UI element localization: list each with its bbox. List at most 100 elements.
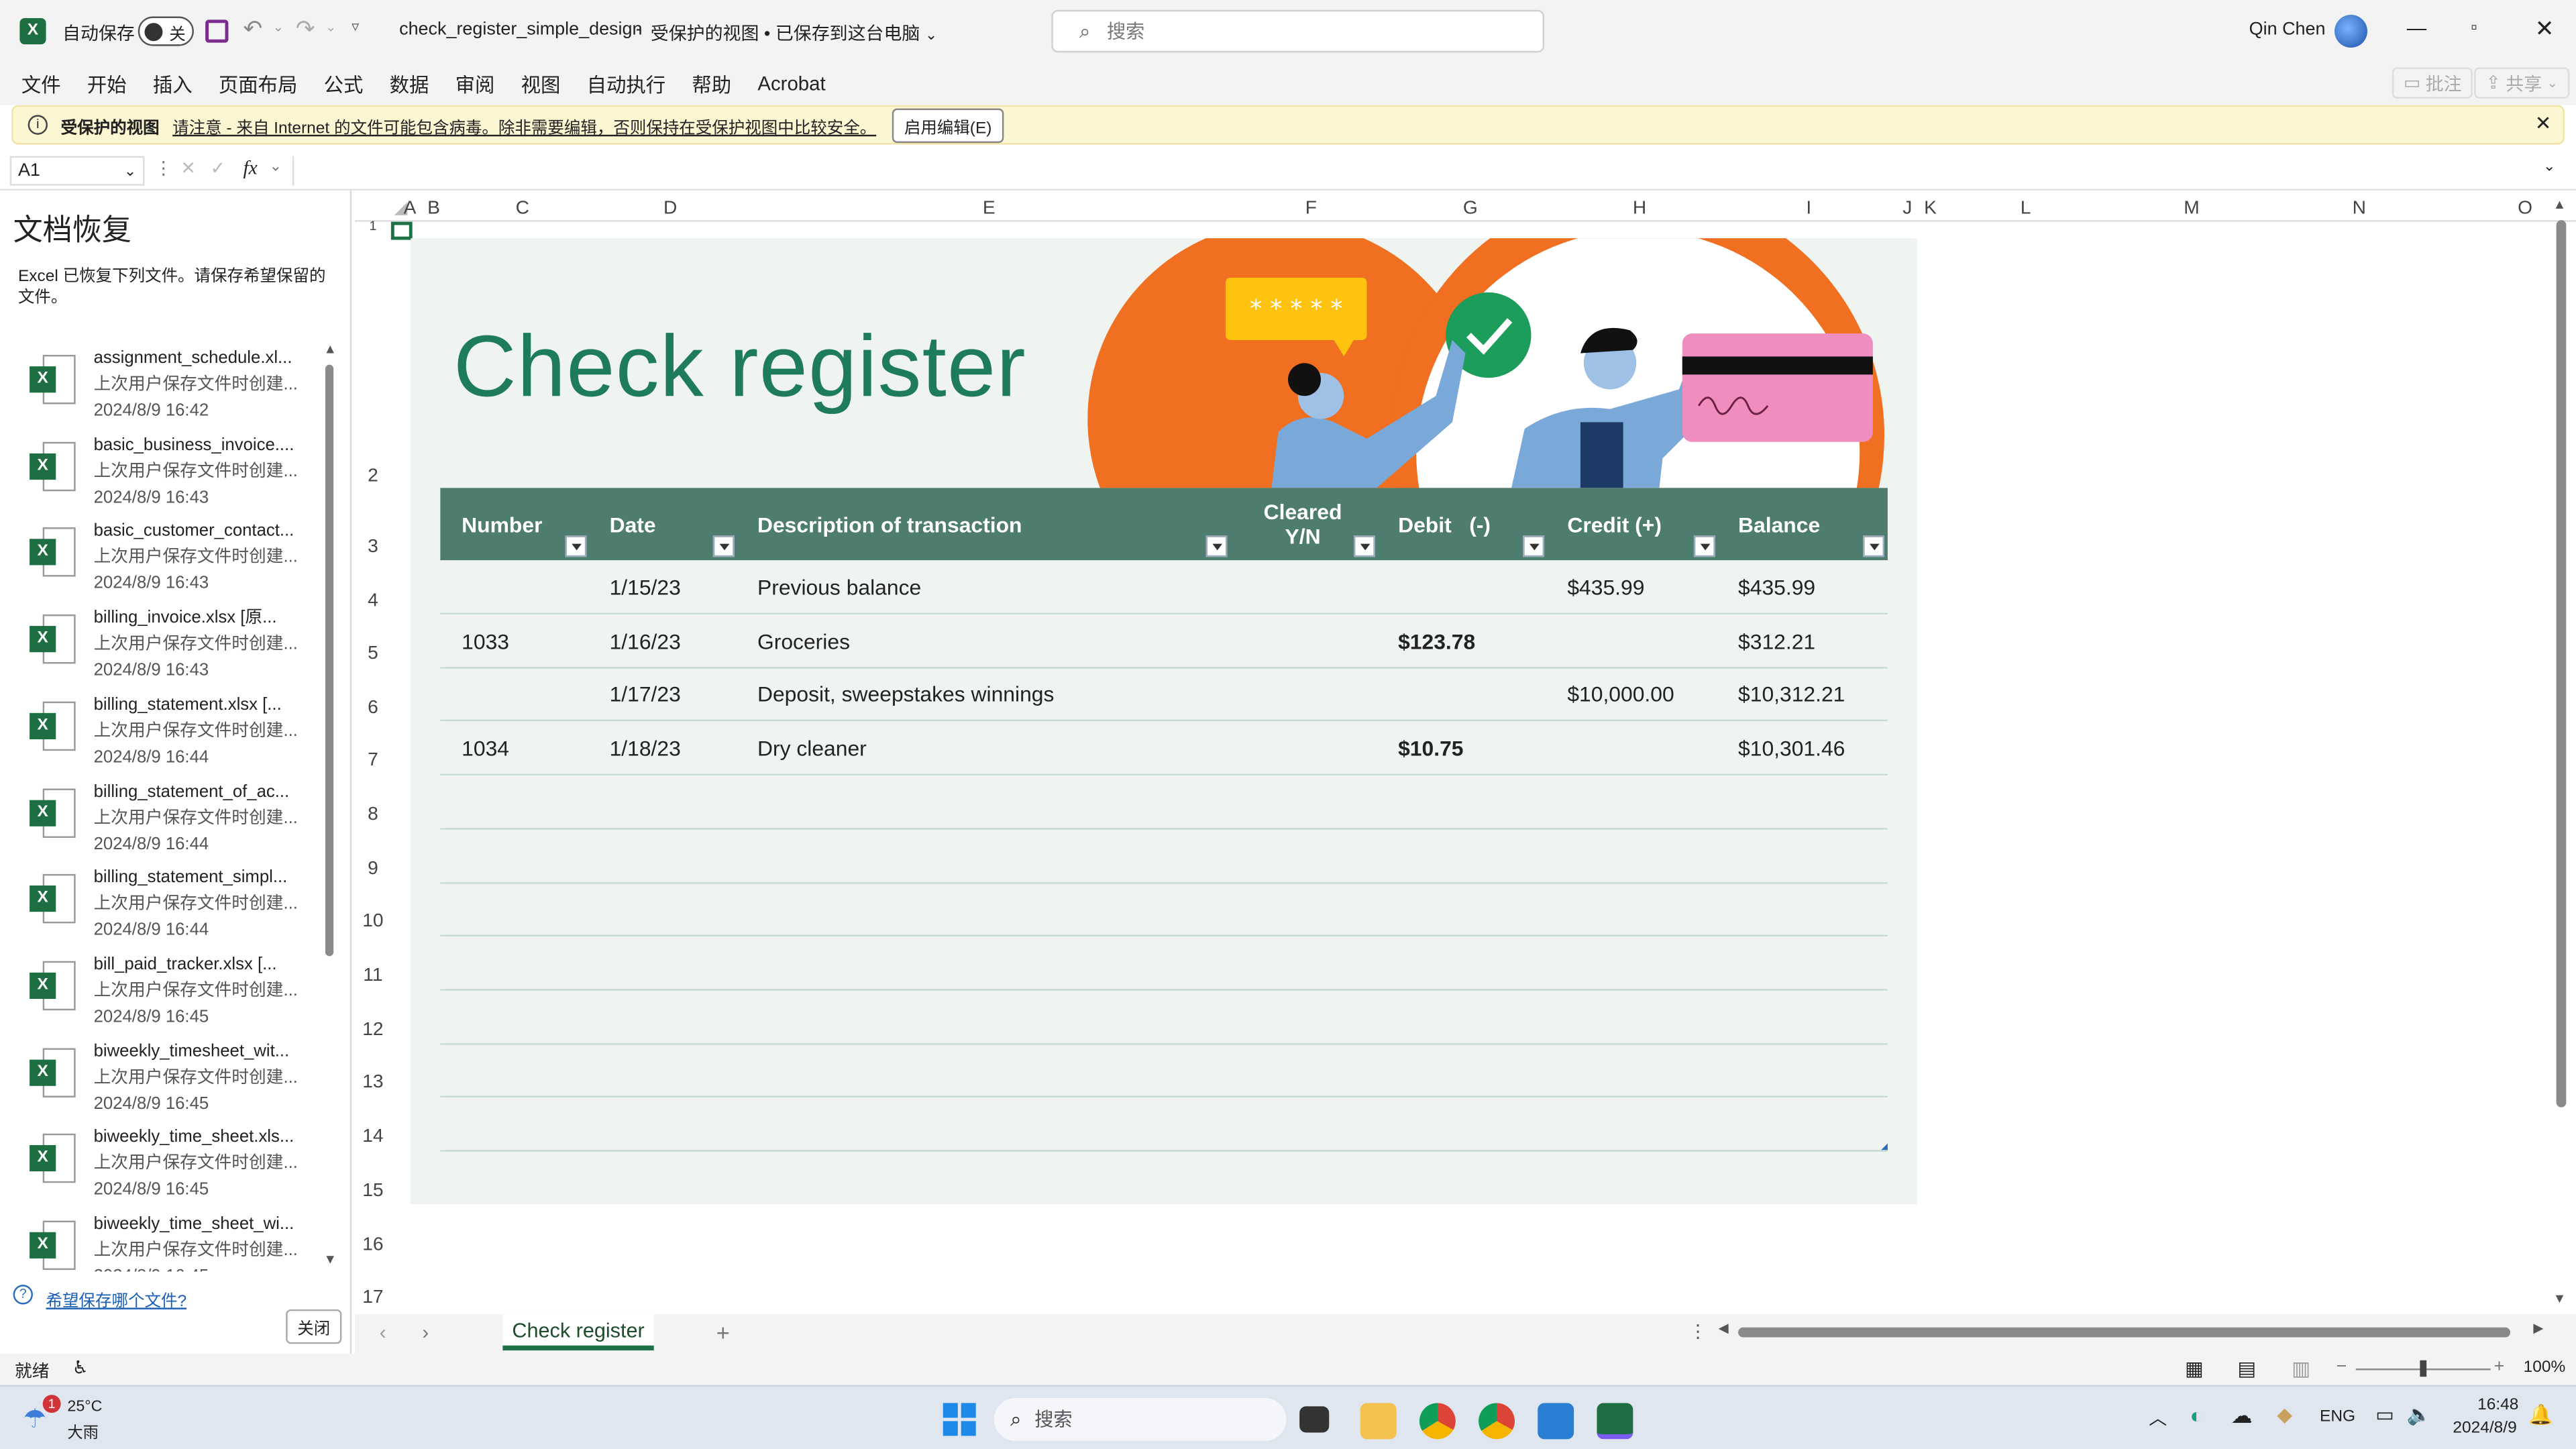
row-header-13[interactable]: 13 xyxy=(355,1073,391,1092)
scroll-down-icon[interactable]: ▼ xyxy=(2553,1291,2566,1306)
column-header-h[interactable]: H xyxy=(1627,199,1653,221)
save-icon[interactable] xyxy=(205,19,229,43)
expand-formula-icon[interactable]: ⌄ xyxy=(2543,158,2555,176)
chrome-icon[interactable] xyxy=(1419,1403,1456,1440)
cell-balance[interactable]: $435.99 xyxy=(1738,560,1815,614)
recovery-item[interactable]: Xbiweekly_timesheet_wit... 上次用户保存文件时创建...… xyxy=(23,1038,302,1123)
column-header-k[interactable]: K xyxy=(1919,199,1941,221)
customize-qat-icon[interactable]: ▿ xyxy=(352,18,359,36)
comments-button[interactable]: ▭ 批注 xyxy=(2392,67,2473,99)
display-icon[interactable]: ▭ xyxy=(2375,1403,2394,1426)
cell-number[interactable]: 1033 xyxy=(462,614,509,668)
tab-formulas[interactable]: 公式 xyxy=(324,70,364,98)
active-cell[interactable] xyxy=(390,221,413,240)
scroll-up-icon[interactable]: ▲ xyxy=(323,341,336,356)
edge-icon[interactable]: ◐ xyxy=(2190,1403,2203,1428)
recovery-item[interactable]: Xbasic_customer_contact... 上次用户保存文件时创建...… xyxy=(23,518,302,603)
chevron-down-icon[interactable]: ⌄ xyxy=(270,158,282,176)
cell-description[interactable]: Deposit, sweepstakes winnings xyxy=(757,667,1054,722)
recovery-item[interactable]: Xbiweekly_time_sheet.xls... 上次用户保存文件时创建..… xyxy=(23,1124,302,1210)
cell-balance[interactable]: $10,312.21 xyxy=(1738,667,1845,722)
zoom-slider[interactable] xyxy=(2355,1360,2491,1377)
recovery-item[interactable]: Xbill_paid_tracker.xlsx [... 上次用户保存文件时创建.… xyxy=(23,951,302,1036)
add-sheet-icon[interactable]: + xyxy=(716,1320,730,1346)
cell-date[interactable]: 1/18/23 xyxy=(610,721,681,775)
column-header-b[interactable]: B xyxy=(421,199,447,221)
chrome-profile-icon[interactable] xyxy=(1479,1403,1515,1440)
recovery-item[interactable]: Xbasic_business_invoice.... 上次用户保存文件时创建..… xyxy=(23,431,302,517)
excel-taskbar-icon[interactable] xyxy=(1597,1403,1633,1440)
row-header-17[interactable]: 17 xyxy=(355,1288,391,1307)
scroll-up-icon[interactable]: ▲ xyxy=(2553,197,2566,212)
enable-editing-button[interactable]: 启用编辑(E) xyxy=(892,107,1004,142)
autosave-toggle[interactable]: 关 xyxy=(138,16,194,46)
row-header-10[interactable]: 10 xyxy=(355,912,391,931)
undo-dropdown-icon[interactable]: ⌄ xyxy=(273,19,284,34)
redo-dropdown-icon[interactable]: ⌄ xyxy=(325,19,336,34)
table-resize-handle[interactable] xyxy=(1881,1143,1888,1150)
avatar[interactable] xyxy=(2334,15,2368,48)
next-sheet-icon[interactable]: › xyxy=(422,1321,429,1344)
column-header-l[interactable]: L xyxy=(2012,199,2039,221)
column-header-n[interactable]: N xyxy=(2346,199,2372,221)
filter-debit-dropdown[interactable] xyxy=(1523,535,1545,557)
more-icon[interactable]: ⋮ xyxy=(154,158,172,179)
table-row[interactable] xyxy=(440,936,1888,991)
worksheet-grid[interactable]: ABCDEFGHIJKLMNO 1 2 3 4 5 6 7 8 9 10 11 12 13 14 15 16 1… xyxy=(354,191,2576,1315)
zoom-level[interactable]: 100% xyxy=(2524,1358,2566,1377)
tab-file[interactable]: 文件 xyxy=(21,70,61,98)
vscode-icon[interactable] xyxy=(1538,1403,1574,1440)
scroll-left-icon[interactable]: ◀ xyxy=(1719,1321,1729,1336)
table-row[interactable]: 1/17/23 Deposit, sweepstakes winnings $10,… xyxy=(440,667,1888,722)
page-break-view-icon[interactable]: ▥ xyxy=(2292,1357,2310,1380)
row-header-4[interactable]: 4 xyxy=(355,592,391,611)
close-pane-button[interactable]: 关闭 xyxy=(286,1309,342,1344)
sheet-tab-check-register[interactable]: Check register xyxy=(502,1314,654,1351)
cell-number[interactable]: 1034 xyxy=(462,721,509,775)
row-header-16[interactable]: 16 xyxy=(355,1236,391,1255)
cell-debit[interactable]: $123.78 xyxy=(1398,614,1475,668)
taskbar-search[interactable]: ⌕ 搜索 xyxy=(994,1398,1287,1441)
volume-icon[interactable]: 🔈 xyxy=(2407,1403,2432,1426)
table-row[interactable] xyxy=(440,775,1888,830)
close-window-icon[interactable]: ✕ xyxy=(2535,15,2555,43)
filter-number-dropdown[interactable] xyxy=(565,535,587,557)
cell-date[interactable]: 1/15/23 xyxy=(610,560,681,614)
tab-data[interactable]: 数据 xyxy=(390,70,429,98)
cell-description[interactable]: Groceries xyxy=(757,614,850,668)
column-header-j[interactable]: J xyxy=(1896,199,1919,221)
cell-balance[interactable]: $312.21 xyxy=(1738,614,1815,668)
cell-date[interactable]: 1/16/23 xyxy=(610,614,681,668)
cell-credit[interactable]: $435.99 xyxy=(1567,560,1644,614)
pane-scrollbar[interactable]: ▲ ▼ xyxy=(322,341,338,1271)
accessibility-icon[interactable]: ♿ xyxy=(72,1357,89,1378)
column-header-c[interactable]: C xyxy=(509,199,535,221)
tab-automate[interactable]: 自动执行 xyxy=(587,70,666,98)
prev-sheet-icon[interactable]: ‹ xyxy=(380,1321,386,1344)
onedrive-icon[interactable]: ☁ xyxy=(2231,1403,2253,1429)
row-header-7[interactable]: 7 xyxy=(355,751,391,770)
recovery-item[interactable]: Xbilling_invoice.xlsx [原... 上次用户保存文件时创建..… xyxy=(23,604,302,690)
column-header-g[interactable]: G xyxy=(1457,199,1483,221)
table-row[interactable] xyxy=(440,883,1888,937)
help-link[interactable]: 希望保存哪个文件? xyxy=(46,1287,187,1311)
tab-page-layout[interactable]: 页面布局 xyxy=(219,70,298,98)
row-header-2[interactable]: 2 xyxy=(355,467,391,486)
tab-view[interactable]: 视图 xyxy=(521,70,561,98)
clock-date[interactable]: 2024/8/9 xyxy=(2453,1419,2516,1438)
share-button[interactable]: ⇪ 共享 ⌄ xyxy=(2474,67,2570,99)
cell-balance[interactable]: $10,301.46 xyxy=(1738,721,1845,775)
filter-date-dropdown[interactable] xyxy=(712,535,735,557)
formula-input[interactable] xyxy=(292,156,2566,186)
cell-description[interactable]: Previous balance xyxy=(757,560,921,614)
page-layout-view-icon[interactable]: ▤ xyxy=(2238,1357,2257,1380)
tab-insert[interactable]: 插入 xyxy=(153,70,193,98)
task-view-icon[interactable] xyxy=(1299,1406,1330,1433)
row-header-5[interactable]: 5 xyxy=(355,644,391,663)
column-header-f[interactable]: F xyxy=(1298,199,1324,221)
cell-credit[interactable]: $10,000.00 xyxy=(1567,667,1674,722)
clock-time[interactable]: 16:48 xyxy=(2477,1397,2518,1415)
recovery-item[interactable]: Xbilling_statement.xlsx [... 上次用户保存文件时创建.… xyxy=(23,692,302,777)
tab-review[interactable]: 审阅 xyxy=(455,70,495,98)
column-header-e[interactable]: E xyxy=(976,199,1002,221)
